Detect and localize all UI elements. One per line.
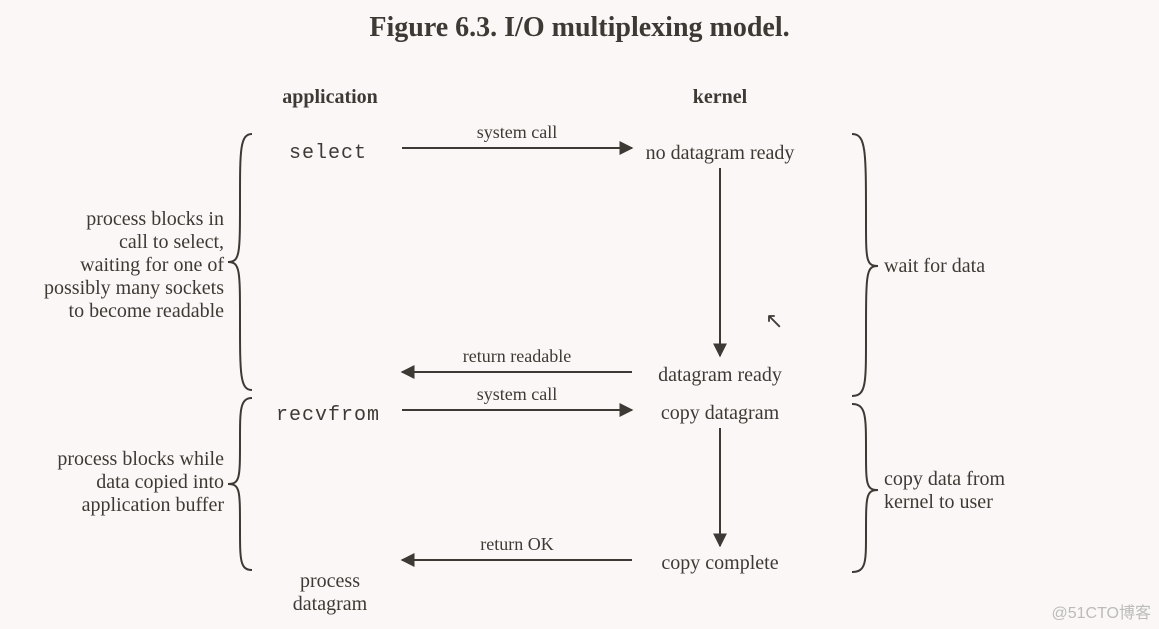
right-upper-brace-path [852, 134, 878, 396]
diagram-stage: { "title": "Figure 6.3. I/O multiplexing… [0, 0, 1159, 629]
right-lower-brace-path [852, 404, 878, 572]
left-lower-brace-path [228, 398, 252, 570]
left-upper-brace-path [228, 134, 252, 390]
diagram-svg [0, 0, 1159, 629]
